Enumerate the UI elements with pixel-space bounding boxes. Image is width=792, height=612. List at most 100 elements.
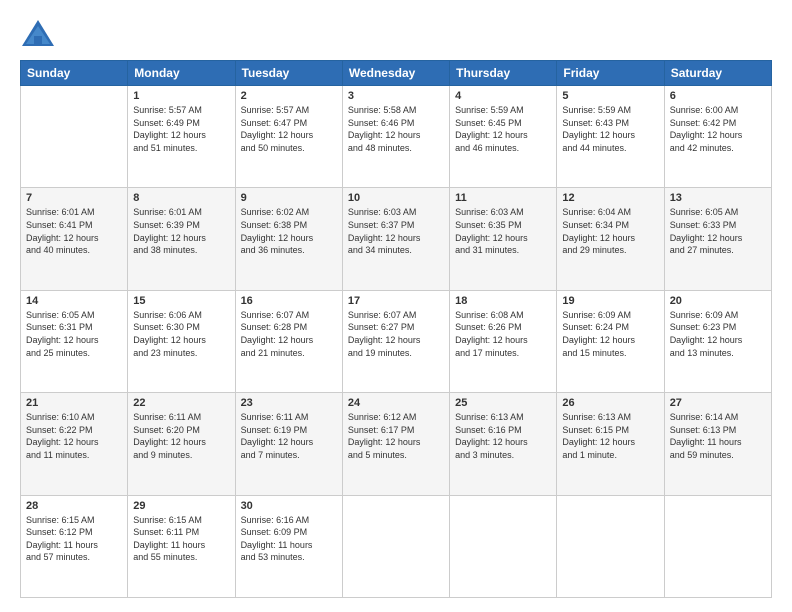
day-number: 30 [241, 500, 337, 512]
day-cell: 27 Sunrise: 6:14 AM Sunset: 6:13 PM Dayli… [664, 393, 771, 495]
day-info: Sunrise: 6:03 AM Sunset: 6:37 PM Dayligh… [348, 206, 444, 256]
day-number: 27 [670, 397, 766, 409]
day-cell: 3Sunrise: 5:58 AM Sunset: 6:46 PM Daylig… [342, 86, 449, 188]
day-info: Sunrise: 6:11 AM Sunset: 6:20 PM Dayligh… [133, 411, 229, 461]
header-friday: Friday [557, 61, 664, 86]
day-cell: 2 Sunrise: 5:57 AM Sunset: 6:47 PM Daylig… [235, 86, 342, 188]
day-number: 28 [26, 500, 122, 512]
day-cell: 26 Sunrise: 6:13 AM Sunset: 6:15 PM Dayli… [557, 393, 664, 495]
day-info: Sunrise: 6:16 AM Sunset: 6:09 PM Dayligh… [241, 514, 337, 564]
day-number: 17 [348, 295, 444, 307]
day-number: 19 [562, 295, 658, 307]
day-info: Sunrise: 6:03 AM Sunset: 6:35 PM Dayligh… [455, 206, 551, 256]
day-info: Sunrise: 6:09 AM Sunset: 6:23 PM Dayligh… [670, 309, 766, 359]
day-info: Sunrise: 6:09 AM Sunset: 6:24 PM Dayligh… [562, 309, 658, 359]
header-monday: Monday [128, 61, 235, 86]
day-cell: 7Sunrise: 6:01 AM Sunset: 6:41 PM Daylig… [21, 188, 128, 290]
day-number: 9 [241, 192, 337, 204]
day-number: 4 [455, 90, 551, 102]
day-cell: 8 Sunrise: 6:01 AM Sunset: 6:39 PM Daylig… [128, 188, 235, 290]
logo-icon [20, 18, 56, 50]
day-info: Sunrise: 6:13 AM Sunset: 6:16 PM Dayligh… [455, 411, 551, 461]
day-number: 14 [26, 295, 122, 307]
day-number: 20 [670, 295, 766, 307]
calendar-header: SundayMondayTuesdayWednesdayThursdayFrid… [21, 61, 772, 86]
day-info: Sunrise: 6:05 AM Sunset: 6:33 PM Dayligh… [670, 206, 766, 256]
day-info: Sunrise: 6:07 AM Sunset: 6:28 PM Dayligh… [241, 309, 337, 359]
day-cell: 11 Sunrise: 6:03 AM Sunset: 6:35 PM Dayli… [450, 188, 557, 290]
day-cell [450, 495, 557, 597]
header-saturday: Saturday [664, 61, 771, 86]
day-cell [21, 86, 128, 188]
day-number: 2 [241, 90, 337, 102]
day-info: Sunrise: 6:08 AM Sunset: 6:26 PM Dayligh… [455, 309, 551, 359]
day-info: Sunrise: 6:14 AM Sunset: 6:13 PM Dayligh… [670, 411, 766, 461]
day-cell: 10 Sunrise: 6:03 AM Sunset: 6:37 PM Dayli… [342, 188, 449, 290]
header [20, 18, 772, 50]
day-info: Sunrise: 6:01 AM Sunset: 6:41 PM Dayligh… [26, 206, 122, 256]
header-thursday: Thursday [450, 61, 557, 86]
day-number: 16 [241, 295, 337, 307]
day-cell: 30 Sunrise: 6:16 AM Sunset: 6:09 PM Dayli… [235, 495, 342, 597]
week-row-2: 7Sunrise: 6:01 AM Sunset: 6:41 PM Daylig… [21, 188, 772, 290]
day-cell: 20 Sunrise: 6:09 AM Sunset: 6:23 PM Dayli… [664, 290, 771, 392]
day-number: 1 [133, 90, 229, 102]
day-cell: 6 Sunrise: 6:00 AM Sunset: 6:42 PM Daylig… [664, 86, 771, 188]
day-number: 10 [348, 192, 444, 204]
day-number: 12 [562, 192, 658, 204]
day-cell [664, 495, 771, 597]
day-cell: 12 Sunrise: 6:04 AM Sunset: 6:34 PM Dayli… [557, 188, 664, 290]
day-cell: 4Sunrise: 5:59 AM Sunset: 6:45 PM Daylig… [450, 86, 557, 188]
day-info: Sunrise: 6:04 AM Sunset: 6:34 PM Dayligh… [562, 206, 658, 256]
header-tuesday: Tuesday [235, 61, 342, 86]
day-info: Sunrise: 6:12 AM Sunset: 6:17 PM Dayligh… [348, 411, 444, 461]
day-cell: 17 Sunrise: 6:07 AM Sunset: 6:27 PM Dayli… [342, 290, 449, 392]
day-info: Sunrise: 6:05 AM Sunset: 6:31 PM Dayligh… [26, 309, 122, 359]
header-row: SundayMondayTuesdayWednesdayThursdayFrid… [21, 61, 772, 86]
day-number: 3 [348, 90, 444, 102]
day-number: 6 [670, 90, 766, 102]
day-info: Sunrise: 6:01 AM Sunset: 6:39 PM Dayligh… [133, 206, 229, 256]
day-info: Sunrise: 6:13 AM Sunset: 6:15 PM Dayligh… [562, 411, 658, 461]
day-cell: 9 Sunrise: 6:02 AM Sunset: 6:38 PM Daylig… [235, 188, 342, 290]
day-cell: 5 Sunrise: 5:59 AM Sunset: 6:43 PM Daylig… [557, 86, 664, 188]
week-row-1: 1 Sunrise: 5:57 AM Sunset: 6:49 PM Daylig… [21, 86, 772, 188]
day-number: 11 [455, 192, 551, 204]
day-cell: 1 Sunrise: 5:57 AM Sunset: 6:49 PM Daylig… [128, 86, 235, 188]
day-info: Sunrise: 5:57 AM Sunset: 6:49 PM Dayligh… [133, 104, 229, 154]
day-info: Sunrise: 6:06 AM Sunset: 6:30 PM Dayligh… [133, 309, 229, 359]
day-number: 25 [455, 397, 551, 409]
day-number: 23 [241, 397, 337, 409]
day-cell: 16 Sunrise: 6:07 AM Sunset: 6:28 PM Dayli… [235, 290, 342, 392]
day-info: Sunrise: 6:07 AM Sunset: 6:27 PM Dayligh… [348, 309, 444, 359]
calendar: SundayMondayTuesdayWednesdayThursdayFrid… [20, 60, 772, 598]
week-row-4: 21 Sunrise: 6:10 AM Sunset: 6:22 PM Dayli… [21, 393, 772, 495]
day-number: 5 [562, 90, 658, 102]
day-info: Sunrise: 6:15 AM Sunset: 6:11 PM Dayligh… [133, 514, 229, 564]
day-info: Sunrise: 5:57 AM Sunset: 6:47 PM Dayligh… [241, 104, 337, 154]
week-row-3: 14 Sunrise: 6:05 AM Sunset: 6:31 PM Dayli… [21, 290, 772, 392]
day-info: Sunrise: 6:00 AM Sunset: 6:42 PM Dayligh… [670, 104, 766, 154]
calendar-body: 1 Sunrise: 5:57 AM Sunset: 6:49 PM Daylig… [21, 86, 772, 598]
day-cell: 23Sunrise: 6:11 AM Sunset: 6:19 PM Dayli… [235, 393, 342, 495]
day-cell: 24 Sunrise: 6:12 AM Sunset: 6:17 PM Dayli… [342, 393, 449, 495]
day-cell: 28 Sunrise: 6:15 AM Sunset: 6:12 PM Dayli… [21, 495, 128, 597]
logo [20, 18, 60, 50]
day-cell: 13 Sunrise: 6:05 AM Sunset: 6:33 PM Dayli… [664, 188, 771, 290]
day-info: Sunrise: 6:10 AM Sunset: 6:22 PM Dayligh… [26, 411, 122, 461]
day-number: 21 [26, 397, 122, 409]
day-cell: 22Sunrise: 6:11 AM Sunset: 6:20 PM Dayli… [128, 393, 235, 495]
day-number: 24 [348, 397, 444, 409]
day-info: Sunrise: 5:59 AM Sunset: 6:43 PM Dayligh… [562, 104, 658, 154]
header-sunday: Sunday [21, 61, 128, 86]
day-number: 13 [670, 192, 766, 204]
day-info: Sunrise: 6:15 AM Sunset: 6:12 PM Dayligh… [26, 514, 122, 564]
day-cell [342, 495, 449, 597]
day-cell: 19 Sunrise: 6:09 AM Sunset: 6:24 PM Dayli… [557, 290, 664, 392]
day-cell: 18Sunrise: 6:08 AM Sunset: 6:26 PM Dayli… [450, 290, 557, 392]
day-info: Sunrise: 6:02 AM Sunset: 6:38 PM Dayligh… [241, 206, 337, 256]
day-number: 26 [562, 397, 658, 409]
header-wednesday: Wednesday [342, 61, 449, 86]
day-number: 8 [133, 192, 229, 204]
day-number: 29 [133, 500, 229, 512]
